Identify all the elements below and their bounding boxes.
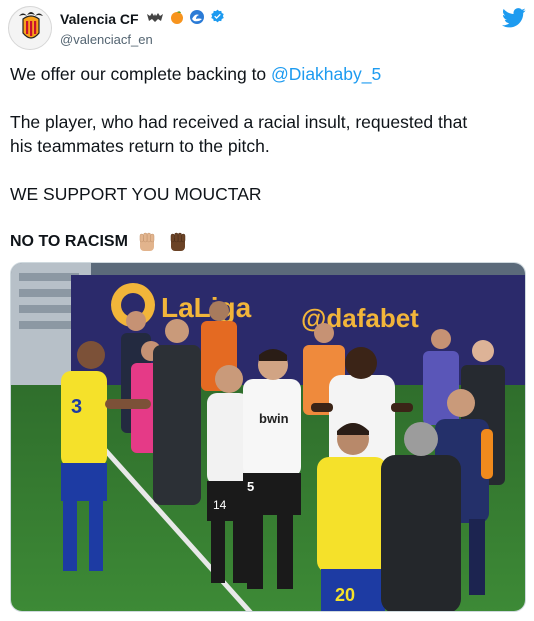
valencia-crest-icon	[9, 7, 51, 49]
twitter-bird-icon[interactable]	[502, 8, 526, 28]
player-20-number: 20	[335, 585, 355, 605]
text-line-2a: The player, who had received a racial in…	[10, 112, 468, 132]
tweet-card: Valencia CF @valenciacf_en We offer our …	[0, 0, 534, 621]
match-photo-illustration: LaLiga @dafabet 3 14 bwin 5 20	[11, 263, 525, 611]
text-line-2b: his teammates return to the pitch.	[10, 136, 270, 156]
center-player-sponsor: bwin	[259, 411, 289, 426]
raised-fist-light-icon	[136, 231, 158, 253]
orange-emoji-icon	[170, 10, 184, 29]
text-line-4: NO TO RACISM	[10, 230, 189, 254]
raised-fist-dark-icon	[167, 231, 189, 253]
text-line-3: WE SUPPORT YOU MOUCTAR	[10, 184, 262, 204]
left-player-number: 3	[71, 396, 82, 418]
author-names: Valencia CF @valenciacf_en	[60, 9, 227, 49]
author-handle[interactable]: @valenciacf_en	[60, 31, 227, 49]
avatar[interactable]	[8, 6, 52, 50]
wave-emoji-icon	[189, 9, 204, 29]
tweet-header: Valencia CF @valenciacf_en	[8, 6, 526, 50]
laliga-board-text: LaLiga	[161, 292, 252, 323]
player-14-number: 14	[213, 498, 227, 512]
bat-emoji-icon	[147, 10, 164, 28]
backing-text: We offer our complete backing to	[10, 64, 272, 84]
no-to-racism-text: NO TO RACISM	[10, 233, 128, 250]
verified-badge-icon	[210, 9, 225, 29]
center-player-number: 5	[247, 479, 254, 494]
tweet-photo[interactable]: LaLiga @dafabet 3 14 bwin 5 20	[10, 262, 526, 612]
name-emojis	[147, 9, 227, 29]
text-line-1: We offer our complete backing to @Diakha…	[10, 62, 381, 86]
mention-link[interactable]: @Diakhaby_5	[271, 64, 381, 84]
display-name[interactable]: Valencia CF	[60, 10, 139, 28]
